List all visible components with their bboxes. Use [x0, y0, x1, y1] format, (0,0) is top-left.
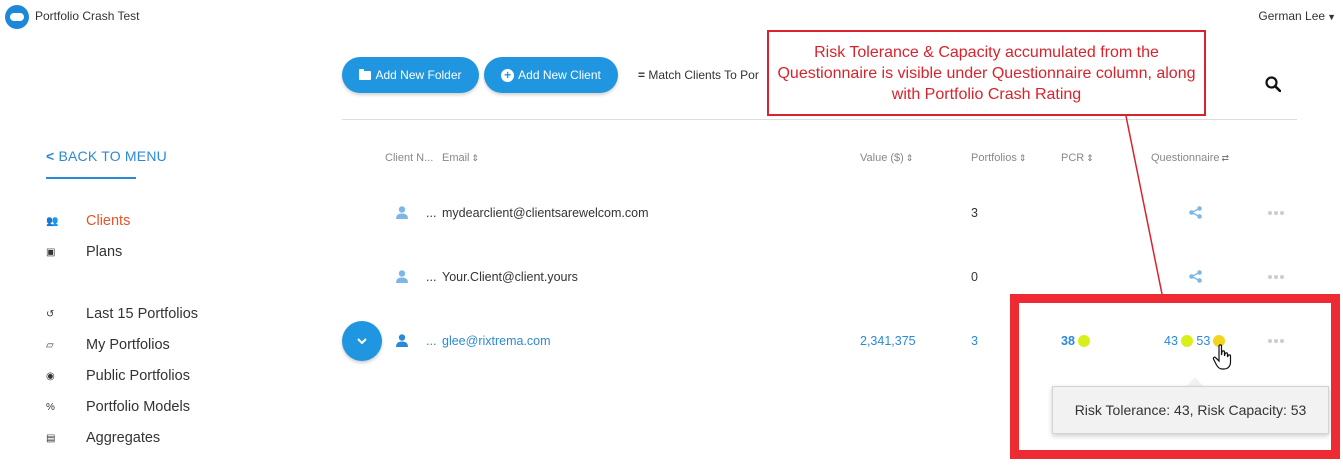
match-clients-label: Match Clients To Por: [648, 68, 759, 82]
plus-circle-icon: +: [501, 68, 515, 82]
person-icon: [396, 334, 408, 347]
sort-icon: ⇕: [1018, 153, 1027, 163]
sort-icon: ⇕: [905, 153, 914, 163]
add-new-client-label: Add New Client: [518, 68, 601, 82]
portfolios-cell: 3: [971, 206, 978, 220]
email-cell: Your.Client@client.yours: [442, 270, 578, 284]
column-header-value[interactable]: Value ($) ⇕: [860, 152, 913, 164]
header-label: Questionnaire: [1151, 152, 1220, 164]
sidebar-item-label: Portfolio Models: [86, 399, 190, 415]
highlight-box: [1010, 294, 1340, 459]
sidebar-item-plans[interactable]: ▣ Plans: [46, 244, 122, 260]
chevron-down-icon: [357, 338, 367, 345]
users-icon: 👥: [46, 215, 59, 227]
share-icon[interactable]: [1189, 206, 1202, 219]
value-cell: 2,341,375: [860, 334, 916, 348]
back-to-menu-label: BACK TO MENU: [58, 148, 167, 164]
expand-row-button[interactable]: [342, 321, 382, 361]
swap-icon: ⇄: [1221, 153, 1230, 163]
sort-icon: ⇕: [1086, 153, 1094, 163]
plans-icon: ▣: [46, 246, 56, 258]
portfolios-cell[interactable]: 3: [971, 334, 978, 348]
sidebar-item-my-portfolios[interactable]: ▱ My Portfolios: [46, 337, 170, 353]
history-icon: ↺: [46, 308, 55, 320]
annotation-callout: Risk Tolerance & Capacity accumulated fr…: [767, 30, 1206, 116]
sort-icon: ⇕: [471, 153, 480, 163]
percent-icon: %: [46, 401, 55, 413]
sidebar-item-label: Last 15 Portfolios: [86, 306, 199, 322]
add-new-folder-button[interactable]: Add New Folder: [342, 57, 479, 93]
portfolios-cell: 0: [971, 270, 978, 284]
header-label: Client N...: [385, 152, 434, 164]
add-new-client-button[interactable]: + Add New Client: [484, 57, 618, 93]
equals-icon: =: [638, 68, 646, 82]
header-label: Value ($): [860, 152, 904, 164]
annotation-text: Risk Tolerance & Capacity accumulated fr…: [777, 44, 1196, 103]
sidebar-item-label: Public Portfolios: [86, 368, 190, 384]
more-options-icon[interactable]: [1268, 211, 1286, 216]
header-label: PCR: [1061, 152, 1085, 164]
sidebar-item-label: Clients: [86, 213, 131, 229]
share-icon[interactable]: [1189, 270, 1202, 283]
column-header-questionnaire[interactable]: Questionnaire ⇄: [1151, 152, 1229, 164]
sidebar-item-portfolio-models[interactable]: % Portfolio Models: [46, 399, 190, 415]
header-label: Portfolios: [971, 152, 1017, 164]
back-to-menu-link[interactable]: < BACK TO MENU: [46, 148, 167, 164]
caret-down-icon: ▼: [1327, 12, 1336, 22]
sidebar-item-label: Aggregates: [86, 430, 161, 446]
search-icon[interactable]: [1265, 76, 1281, 92]
column-header-portfolios[interactable]: Portfolios ⇕: [971, 152, 1026, 164]
more-options-icon[interactable]: [1268, 275, 1286, 280]
person-icon: [396, 270, 408, 283]
app-title: Portfolio Crash Test: [35, 9, 140, 23]
back-underline: [46, 177, 136, 179]
client-name-cell[interactable]: ...: [426, 206, 436, 220]
column-header-client-name[interactable]: Client N...: [385, 152, 433, 164]
list-icon: ▤: [46, 432, 56, 444]
add-new-folder-label: Add New Folder: [375, 68, 462, 82]
email-cell: mydearclient@clientsarewelcom.com: [442, 206, 649, 220]
sidebar-item-label: My Portfolios: [86, 337, 170, 353]
match-clients-button[interactable]: = Match Clients To Por: [638, 68, 768, 82]
header-label: Email: [442, 152, 470, 164]
user-name: German Lee: [1258, 9, 1326, 23]
email-cell[interactable]: glee@rixtrema.com: [442, 334, 551, 348]
chevron-left-icon: <: [46, 148, 55, 164]
client-name-cell[interactable]: ...: [426, 334, 436, 348]
user-menu[interactable]: German Lee ▼: [1258, 9, 1336, 23]
column-header-pcr[interactable]: PCR ⇕: [1061, 152, 1094, 164]
folder-icon: [359, 68, 372, 80]
toolbar-divider: [342, 119, 1297, 120]
client-name-cell[interactable]: ...: [426, 270, 436, 284]
eye-icon: ◉: [46, 370, 55, 382]
folder-open-icon: ▱: [46, 339, 54, 351]
sidebar-item-last-15-portfolios[interactable]: ↺ Last 15 Portfolios: [46, 306, 198, 322]
app-logo: [5, 5, 29, 29]
column-header-email[interactable]: Email ⇕: [442, 152, 479, 164]
sidebar-item-label: Plans: [86, 244, 123, 260]
person-icon: [396, 206, 408, 219]
sidebar-item-public-portfolios[interactable]: ◉ Public Portfolios: [46, 368, 190, 384]
sidebar-item-aggregates[interactable]: ▤ Aggregates: [46, 430, 160, 446]
sidebar-item-clients[interactable]: 👥 Clients: [46, 213, 130, 229]
